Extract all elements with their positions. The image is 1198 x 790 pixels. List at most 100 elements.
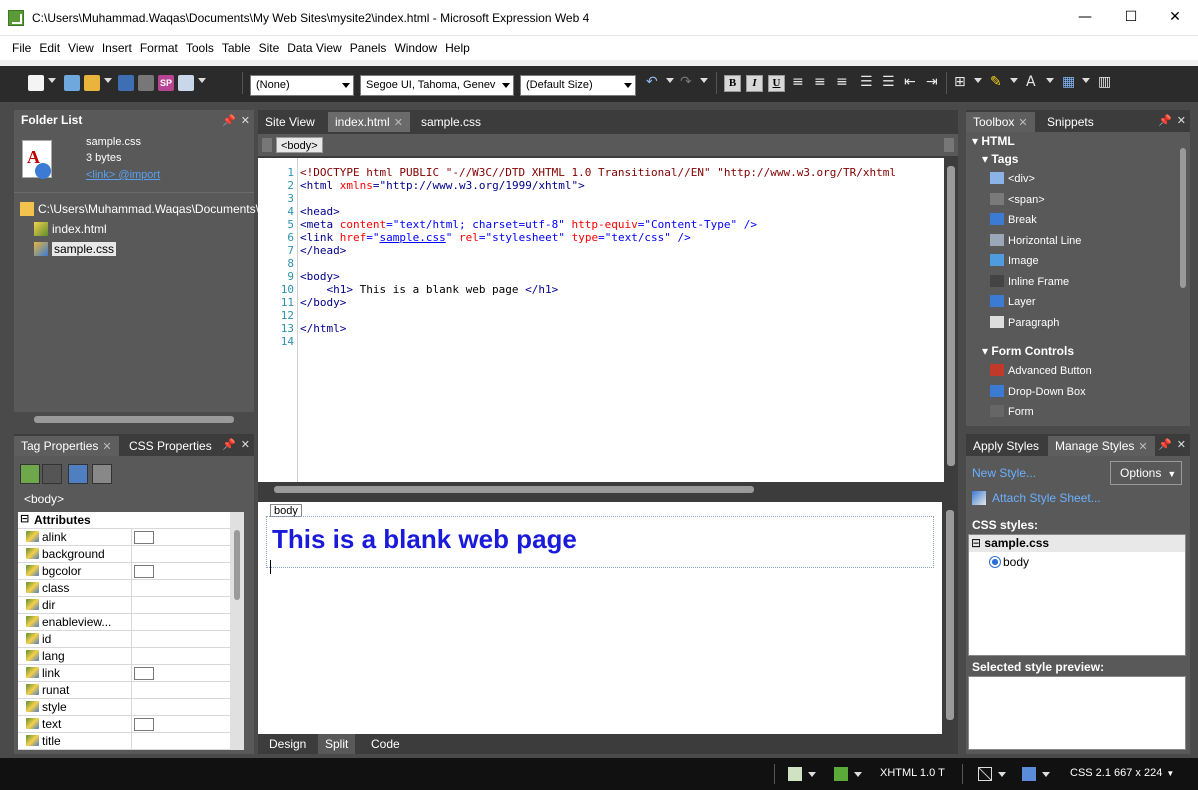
menu-site[interactable]: Site bbox=[255, 36, 284, 60]
undo-icon[interactable]: ↶ bbox=[646, 74, 658, 90]
chevron-down-icon[interactable] bbox=[198, 78, 206, 83]
pin-icon[interactable]: 📌 bbox=[1158, 114, 1172, 127]
toolbox-item[interactable]: Drop-Down Box bbox=[990, 384, 1086, 398]
close-icon[interactable]: ✕ bbox=[102, 441, 111, 453]
categorized-icon[interactable] bbox=[20, 464, 40, 484]
tab-manage-styles[interactable]: Manage Styles ✕ bbox=[1048, 436, 1155, 456]
attribute-row[interactable]: style bbox=[18, 699, 244, 716]
vertical-scrollbar[interactable] bbox=[944, 158, 958, 494]
menu-insert[interactable]: Insert bbox=[98, 36, 136, 60]
toolbox-item[interactable]: Break bbox=[990, 213, 1037, 226]
table-grid-icon[interactable]: ▥ bbox=[1098, 74, 1111, 90]
chevron-down-icon[interactable] bbox=[854, 772, 862, 777]
chevron-down-icon[interactable] bbox=[666, 78, 674, 83]
save-icon[interactable] bbox=[118, 75, 134, 91]
toolbox-item[interactable]: Image bbox=[990, 254, 1039, 267]
color-swatch[interactable] bbox=[134, 565, 154, 578]
form-controls-header[interactable]: ▾ Form Controls bbox=[982, 344, 1074, 358]
chevron-down-icon[interactable] bbox=[700, 78, 708, 83]
italic-button[interactable]: I bbox=[746, 75, 763, 92]
font-color-icon[interactable]: A bbox=[1026, 74, 1036, 90]
check-page-icon[interactable] bbox=[788, 767, 802, 781]
close-icon[interactable]: ✕ bbox=[1138, 441, 1147, 453]
tab-css-properties[interactable]: CSS Properties bbox=[122, 436, 219, 456]
highlight-icon[interactable]: ✎ bbox=[990, 74, 1002, 90]
tab-apply-styles[interactable]: Apply Styles bbox=[966, 436, 1046, 456]
attribute-row[interactable]: class bbox=[18, 580, 244, 597]
tab-toolbox[interactable]: Toolbox ✕ bbox=[966, 112, 1035, 132]
menu-help[interactable]: Help bbox=[441, 36, 474, 60]
close-icon[interactable]: ✕ bbox=[394, 117, 403, 129]
visual-aids-icon[interactable] bbox=[978, 767, 992, 781]
design-heading[interactable]: This is a blank web page bbox=[272, 524, 577, 555]
sort-icon[interactable] bbox=[42, 464, 62, 484]
pin-icon[interactable]: 📌 bbox=[222, 438, 236, 451]
color-swatch[interactable] bbox=[134, 718, 154, 731]
close-icon[interactable]: ✕ bbox=[1177, 438, 1186, 451]
close-button[interactable]: ✕ bbox=[1152, 0, 1198, 34]
chevron-down-icon[interactable] bbox=[104, 78, 112, 83]
style-combo[interactable]: (None) bbox=[250, 75, 354, 96]
collapse-icon[interactable]: ⊟ bbox=[971, 536, 984, 550]
open-icon[interactable] bbox=[64, 75, 80, 91]
maximize-button[interactable]: ☐ bbox=[1108, 0, 1154, 34]
decrease-indent-icon[interactable]: ⇤ bbox=[904, 74, 916, 90]
attribute-row[interactable]: link bbox=[18, 665, 244, 682]
compatibility-icon[interactable] bbox=[834, 767, 848, 781]
design-vscrollbar[interactable] bbox=[942, 502, 958, 734]
tab-site-view[interactable]: Site View bbox=[258, 112, 322, 132]
layout-icon[interactable]: ▦ bbox=[1062, 74, 1075, 90]
code-options-icon[interactable] bbox=[1022, 767, 1036, 781]
tags-group-header[interactable]: ▾ Tags bbox=[982, 152, 1018, 166]
tab-design[interactable]: Design bbox=[262, 734, 314, 754]
chevron-down-icon[interactable] bbox=[1082, 78, 1090, 83]
borders-icon[interactable]: ⊞ bbox=[954, 74, 966, 90]
attribute-row[interactable]: bgcolor bbox=[18, 563, 244, 580]
align-center-icon[interactable]: ≡ bbox=[814, 74, 826, 90]
doctype-status[interactable]: XHTML 1.0 T bbox=[880, 767, 945, 779]
file-item[interactable]: index.html bbox=[34, 222, 107, 236]
chevron-down-icon[interactable] bbox=[1042, 772, 1050, 777]
scroll-thumb[interactable] bbox=[946, 510, 954, 720]
tab-index-html[interactable]: index.html ✕ bbox=[328, 112, 410, 132]
vertical-scrollbar[interactable] bbox=[230, 512, 244, 750]
attribute-row[interactable]: enableview... bbox=[18, 614, 244, 631]
scroll-thumb[interactable] bbox=[34, 416, 234, 423]
code-link[interactable]: sample.css bbox=[380, 231, 446, 244]
attribute-row[interactable]: background bbox=[18, 546, 244, 563]
chevron-down-icon[interactable] bbox=[48, 78, 56, 83]
show-set-properties-icon[interactable] bbox=[68, 464, 88, 484]
close-icon[interactable]: ✕ bbox=[241, 114, 250, 127]
align-left-icon[interactable]: ≡ bbox=[792, 74, 804, 90]
bulleted-list-icon[interactable]: ☰ bbox=[882, 74, 895, 90]
collapse-icon[interactable]: ⊟ bbox=[20, 512, 29, 525]
file-links[interactable]: <link> @import bbox=[86, 169, 160, 181]
tab-snippets[interactable]: Snippets bbox=[1040, 112, 1101, 132]
toolbox-item[interactable]: Inline Frame bbox=[990, 274, 1069, 288]
toolbox-item[interactable]: Layer bbox=[990, 295, 1036, 308]
menu-window[interactable]: Window bbox=[390, 36, 441, 60]
attribute-row[interactable]: title bbox=[18, 733, 244, 750]
menu-edit[interactable]: Edit bbox=[35, 36, 64, 60]
color-swatch[interactable] bbox=[134, 667, 154, 680]
size-combo[interactable]: (Default Size) bbox=[520, 75, 636, 96]
chevron-down-icon[interactable] bbox=[1010, 78, 1018, 83]
attribute-row[interactable]: id bbox=[18, 631, 244, 648]
menu-data-view[interactable]: Data View bbox=[283, 36, 345, 60]
page-size-status[interactable]: 667 x 224 ▼ bbox=[1114, 767, 1174, 779]
options-button[interactable]: Options ▼ bbox=[1110, 461, 1182, 485]
attribute-row[interactable]: dir bbox=[18, 597, 244, 614]
menu-tools[interactable]: Tools bbox=[182, 36, 218, 60]
tab-code[interactable]: Code bbox=[364, 734, 407, 754]
attribute-row[interactable]: text bbox=[18, 716, 244, 733]
breadcrumb[interactable]: <body> bbox=[276, 137, 323, 153]
underline-button[interactable]: U bbox=[768, 75, 785, 92]
toolbox-item[interactable]: Advanced Button bbox=[990, 364, 1092, 377]
numbered-list-icon[interactable]: ☰ bbox=[860, 74, 873, 90]
color-swatch[interactable] bbox=[134, 531, 154, 544]
toolbox-item[interactable]: <span> bbox=[990, 192, 1045, 206]
menu-format[interactable]: Format bbox=[136, 36, 182, 60]
properties-icon[interactable] bbox=[92, 464, 112, 484]
redo-icon[interactable]: ↷ bbox=[680, 74, 692, 90]
tab-folder-list[interactable]: Folder List bbox=[14, 110, 90, 130]
